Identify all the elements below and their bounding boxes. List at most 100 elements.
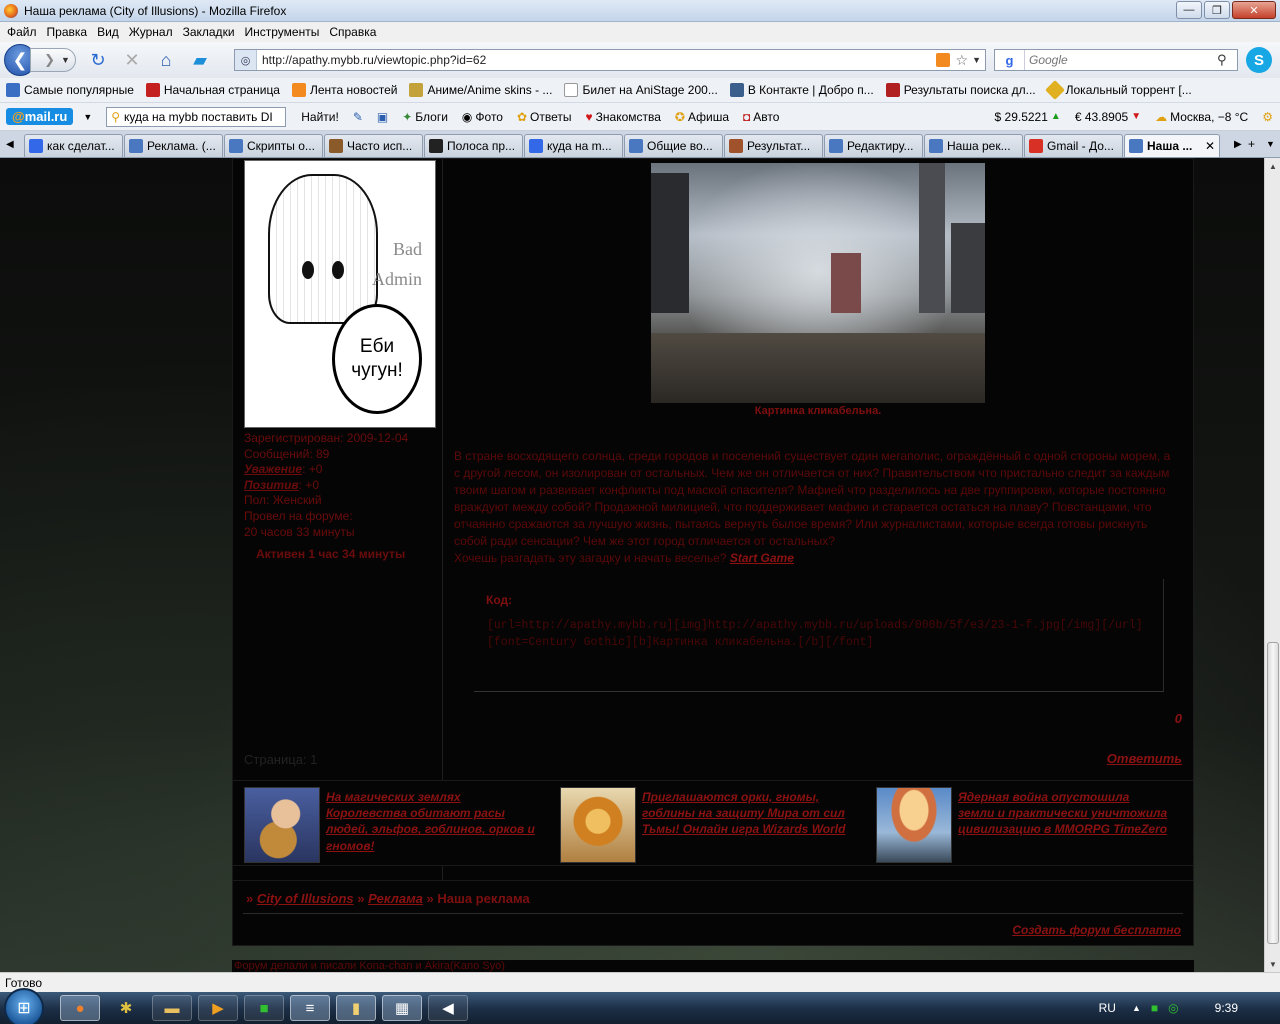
scrollbar-thumb[interactable] [1267, 642, 1279, 944]
start-button[interactable]: ⊞ [4, 988, 44, 1024]
taskbar-media-player[interactable]: ▶ [198, 995, 238, 1021]
notes-icon[interactable]: ▣ [370, 110, 395, 124]
close-tab-icon[interactable]: ✕ [1205, 139, 1215, 153]
menu-file[interactable]: Файл [2, 25, 42, 39]
ad-text-3[interactable]: Ядерная война опустошила земли и практич… [958, 789, 1168, 838]
taskbar-video[interactable]: ▦ [382, 995, 422, 1021]
ad-text-2[interactable]: Приглашаются орки, гномы, гоблины на защ… [642, 789, 852, 838]
ad-image-elf[interactable] [244, 787, 320, 863]
start-game-link[interactable]: Start Game [730, 551, 794, 565]
menu-tools[interactable]: Инструменты [240, 25, 325, 39]
tab-6[interactable]: куда на m... [524, 134, 623, 157]
post-number[interactable]: 0 [1175, 711, 1182, 726]
menu-bookmarks[interactable]: Закладки [178, 25, 240, 39]
tab-scroll-left-icon[interactable]: ◀ [6, 139, 14, 150]
rss-feed-icon[interactable] [935, 53, 950, 67]
menu-edit[interactable]: Правка [42, 25, 93, 39]
menu-history[interactable]: Журнал [124, 25, 178, 39]
google-engine-icon[interactable]: g [995, 50, 1025, 70]
mailru-menu-dropdown-icon[interactable]: ▼ [83, 112, 92, 122]
scroll-up-icon[interactable]: ▲ [1265, 158, 1280, 174]
settings-gear-icon[interactable]: ⚙ [1255, 110, 1280, 124]
tab-8[interactable]: Результат... [724, 134, 823, 157]
usd-rate[interactable]: $ 29.5221 ▲ [988, 110, 1068, 124]
create-forum-link[interactable]: Создать форум бесплатно [1012, 923, 1181, 937]
tab-9[interactable]: Редактиру... [824, 134, 923, 157]
taskbar-notepad[interactable]: ≡ [290, 995, 330, 1021]
link-afisha[interactable]: ✪ Афиша [668, 110, 736, 124]
bookmark-most-visited[interactable]: Самые популярные [0, 83, 140, 97]
ad-image-nuclear[interactable] [876, 787, 952, 863]
forward-button[interactable]: ❯ ▼ [30, 48, 76, 72]
reload-icon[interactable]: ↻ [86, 48, 110, 72]
site-identity-icon[interactable]: ◎ [235, 50, 257, 70]
tab-10[interactable]: Наша рек... [924, 134, 1023, 157]
edit-icon[interactable]: ✎ [346, 110, 370, 124]
clock[interactable]: 9:39 [1215, 1001, 1238, 1015]
mailru-agent-icon[interactable]: ▰ [188, 48, 212, 72]
history-dropdown-icon[interactable]: ▼ [61, 55, 70, 65]
respect-link[interactable]: Уважение [244, 462, 302, 476]
close-window-button[interactable]: ✕ [1232, 1, 1276, 19]
mailru-search-input[interactable]: ⚲ куда на mybb поставить DI [106, 106, 287, 127]
breadcrumb-section-link[interactable]: Реклама [368, 891, 423, 906]
link-dating[interactable]: ♥ Знакомства [579, 110, 668, 124]
language-indicator[interactable]: RU [1099, 1001, 1116, 1015]
tab-12-active[interactable]: Наша ... ✕ [1124, 134, 1220, 157]
tray-status-icon[interactable]: ◎ [1168, 1001, 1178, 1015]
bookmark-anistage[interactable]: Билет на AniStage 200... [558, 83, 723, 97]
link-photo[interactable]: ◉ Фото [455, 110, 510, 124]
stop-icon[interactable]: ✕ [120, 48, 144, 72]
maximize-button[interactable]: ❐ [1204, 1, 1230, 19]
tab-1[interactable]: как сделат... [24, 134, 123, 157]
taskbar-firefox[interactable]: ● [60, 995, 100, 1021]
menu-view[interactable]: Вид [92, 25, 124, 39]
ad-text-1[interactable]: На магических землях Королевства обитают… [326, 789, 536, 854]
reply-link[interactable]: Ответить [1107, 751, 1182, 766]
tab-5[interactable]: Полоса пр... [424, 134, 523, 157]
ad-image-creature[interactable] [560, 787, 636, 863]
tray-icq-icon[interactable]: ■ [1151, 1001, 1158, 1015]
city-banner-image[interactable] [651, 163, 985, 403]
ad-item-1[interactable]: На магических землях Королевства обитают… [233, 787, 536, 865]
search-bar[interactable]: g ⚲ [994, 49, 1238, 71]
bookmark-search-results[interactable]: Результаты поиска дл... [880, 83, 1042, 97]
ad-item-3[interactable]: Ядерная война опустошила земли и практич… [865, 787, 1168, 865]
eur-rate[interactable]: € 43.8905 ▼ [1068, 110, 1148, 124]
tab-2[interactable]: Реклама. (... [124, 134, 223, 157]
tab-11[interactable]: Gmail - До... [1024, 134, 1123, 157]
taskbar-quick-launch-1[interactable]: ✱ [106, 995, 146, 1021]
menu-help[interactable]: Справка [324, 25, 381, 39]
tab-scroll-right-icon[interactable]: ▶ [1234, 139, 1242, 150]
url-text[interactable]: http://apathy.mybb.ru/viewtopic.php?id=6… [257, 53, 936, 67]
link-blogs[interactable]: ✦ Блоги [395, 110, 455, 124]
taskbar-explorer[interactable]: ▬ [152, 995, 192, 1021]
bookmark-news-feed[interactable]: Лента новостей [286, 83, 404, 97]
bookmark-vkontakte[interactable]: В Контакте | Добро п... [724, 83, 880, 97]
link-answers[interactable]: ✿ Ответы [510, 110, 579, 124]
tab-list-icon[interactable]: ▼ [1266, 139, 1275, 149]
new-tab-icon[interactable]: + [1248, 137, 1255, 151]
home-icon[interactable]: ⌂ [154, 48, 178, 72]
breadcrumb-forum-link[interactable]: City of Illusions [257, 891, 354, 906]
find-button[interactable]: Найти! [294, 110, 346, 124]
tray-expand-icon[interactable]: ▲ [1132, 1003, 1141, 1013]
link-auto[interactable]: ◘ Авто [736, 110, 786, 124]
ad-item-2[interactable]: Приглашаются орки, гномы, гоблины на защ… [549, 787, 849, 865]
address-bar[interactable]: ◎ http://apathy.mybb.ru/viewtopic.php?id… [234, 49, 986, 71]
page-scrollbar[interactable]: ▲ ▼ [1264, 158, 1280, 972]
mailru-logo[interactable]: @mail.ru [6, 108, 74, 125]
search-icon[interactable]: ⚲ [1217, 52, 1237, 68]
weather-widget[interactable]: ☁ Москва, −8 °C [1148, 110, 1255, 124]
scroll-down-icon[interactable]: ▼ [1265, 956, 1280, 972]
taskbar-documents[interactable]: ▮ [336, 995, 376, 1021]
bookmark-local-torrent[interactable]: Локальный торрент [... [1042, 80, 1198, 100]
bookmark-start-page[interactable]: Начальная страница [140, 83, 286, 97]
tab-3[interactable]: Скрипты о... [224, 134, 323, 157]
minimize-button[interactable]: — [1176, 1, 1202, 19]
url-dropdown-icon[interactable]: ▼ [972, 55, 981, 65]
skype-icon[interactable]: S [1246, 47, 1272, 73]
taskbar-audio[interactable]: ◀ [428, 995, 468, 1021]
taskbar-icq[interactable]: ■ [244, 995, 284, 1021]
search-input[interactable] [1025, 53, 1217, 67]
